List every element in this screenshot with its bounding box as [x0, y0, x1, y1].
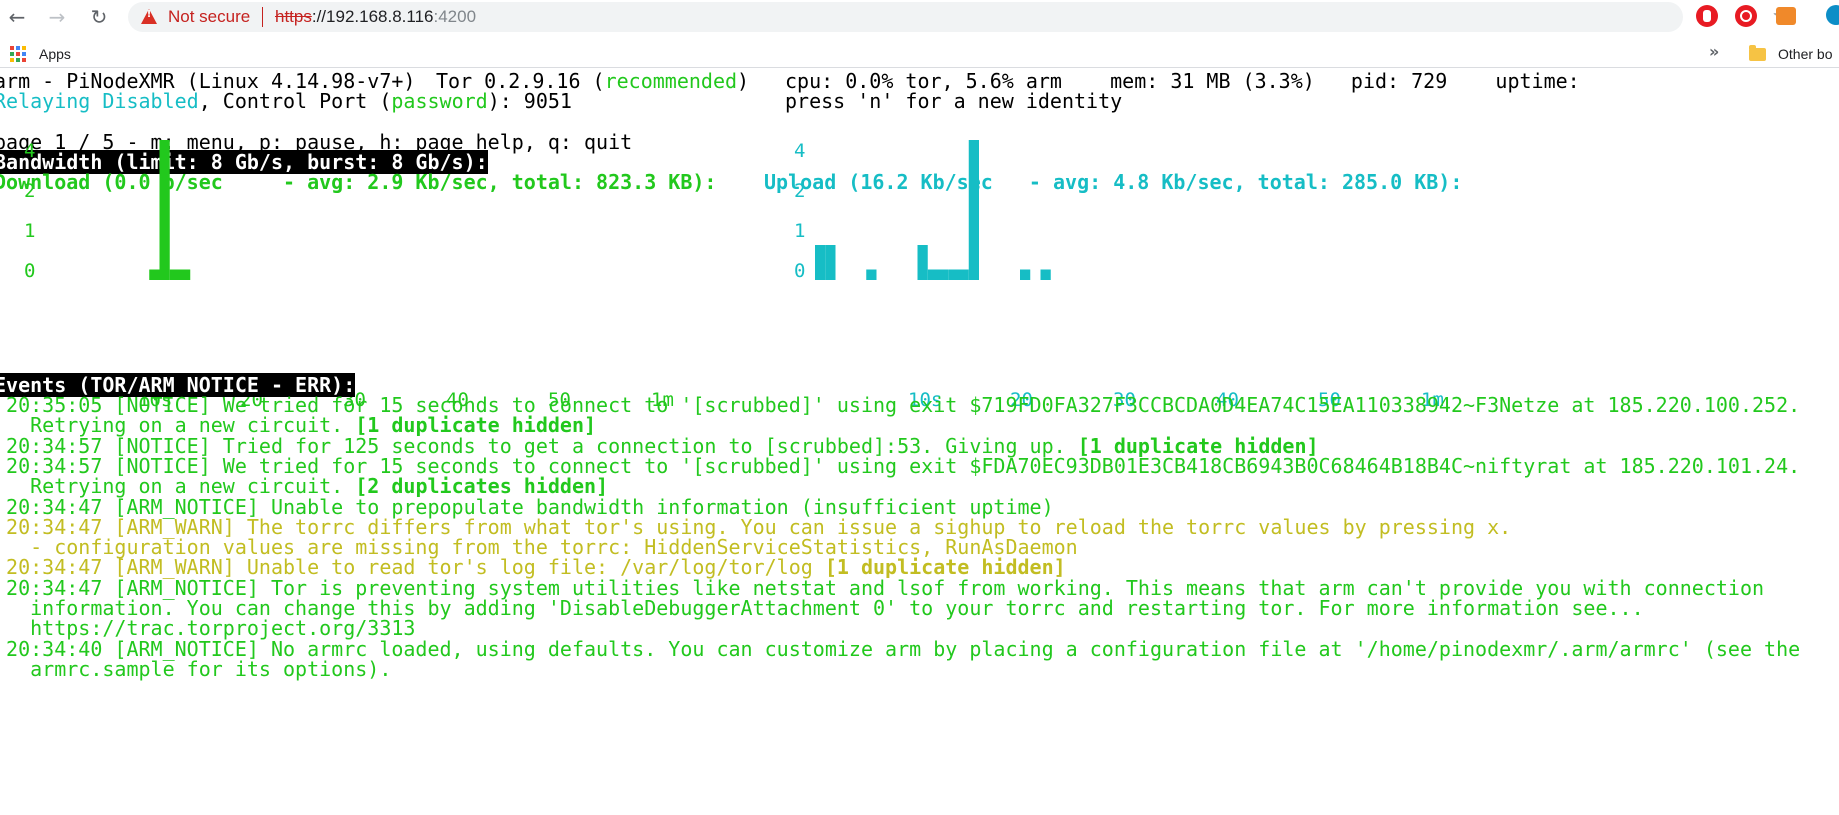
reload-icon[interactable]: ↻: [86, 4, 112, 30]
address-bar[interactable]: ! Not secure https://192.168.8.116:4200 …: [128, 2, 1791, 32]
event-line: armrc.sample for its options).: [0, 657, 391, 681]
folder-icon: [1749, 45, 1766, 61]
bar: [927, 269, 938, 280]
bookmarks-overflow-icon[interactable]: »: [1709, 42, 1719, 61]
bar: [866, 269, 877, 280]
extension-fox-icon[interactable]: [1776, 7, 1796, 25]
bar: [159, 140, 170, 280]
profile-avatar-icon[interactable]: [1826, 5, 1839, 25]
header-identity-hint: press 'n' for a new identity: [785, 89, 1123, 113]
terminal-screen[interactable]: arm - PiNodeXMR (Linux 4.14.98-v7+) Tor …: [0, 68, 1839, 815]
bar: [825, 245, 836, 280]
bar: [938, 269, 949, 280]
back-arrow-icon[interactable]: ←: [4, 4, 30, 30]
y-tick-label: 2: [24, 180, 35, 202]
extension-red-circle-icon[interactable]: [1735, 5, 1757, 27]
header-relay-info: Relaying Disabled, Control Port (passwor…: [0, 89, 572, 113]
other-bookmarks[interactable]: Other bo: [1778, 46, 1832, 62]
bar: [968, 140, 979, 280]
download-graph: 421010s 20 30 40 50 1m: [24, 140, 674, 411]
security-status[interactable]: Not secure: [168, 7, 250, 27]
y-tick-label: 0: [24, 260, 35, 282]
bar: [958, 269, 969, 280]
bar: [1040, 269, 1051, 280]
bar: [180, 269, 191, 280]
extension-ublock-icon[interactable]: [1696, 5, 1718, 27]
event-text: armrc.sample for its options).: [0, 656, 392, 681]
bar: [1020, 269, 1031, 280]
bar: [948, 269, 959, 280]
upload-graph: 421010s 20 30 40 50 1m: [794, 140, 1444, 411]
bookmarks-bar: [0, 33, 1839, 68]
apps-grid-icon[interactable]: [10, 46, 26, 62]
bar: [169, 269, 180, 280]
y-tick-label: 4: [794, 140, 805, 162]
bar: [815, 245, 826, 280]
y-tick-label: 4: [24, 140, 35, 162]
y-tick-label: 0: [794, 260, 805, 282]
forward-arrow-icon[interactable]: →: [44, 4, 70, 30]
y-tick-label: 1: [24, 220, 35, 242]
browser-toolbar: ← → ↻ ! Not secure https://192.168.8.116…: [0, 0, 1839, 33]
bar: [917, 245, 928, 280]
y-tick-label: 1: [794, 220, 805, 242]
url-text[interactable]: https://192.168.8.116:4200: [275, 7, 476, 27]
bar: [149, 269, 160, 280]
y-tick-label: 2: [794, 180, 805, 202]
bookmark-apps[interactable]: Apps: [39, 46, 71, 62]
